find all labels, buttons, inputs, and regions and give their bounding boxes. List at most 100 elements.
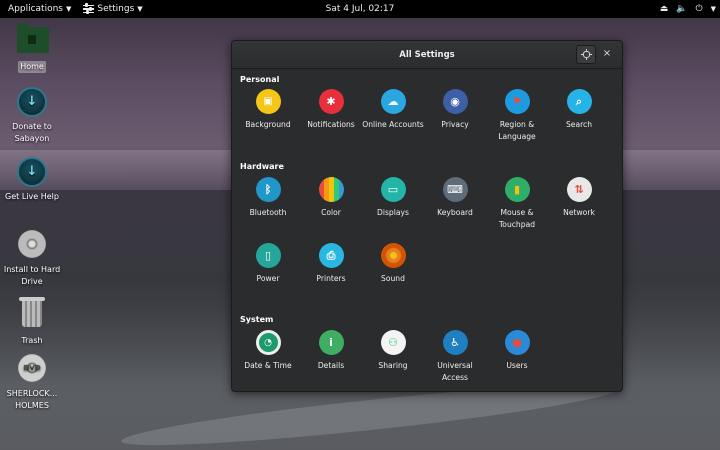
chevron-down-icon: ▼ xyxy=(65,5,72,13)
panel-label: Notifications xyxy=(307,120,355,129)
section-title-personal: Personal xyxy=(240,75,280,84)
desktop-icon-home[interactable]: Home xyxy=(0,23,64,73)
settings-window: All Settings × Personal ▣ Background ✱ N… xyxy=(231,40,623,392)
display-icon: ▭ xyxy=(380,177,406,202)
panel-sound[interactable]: Sound xyxy=(362,243,424,285)
panel-label: Search xyxy=(565,120,593,129)
panel-label: Details xyxy=(317,361,345,370)
disc-icon xyxy=(18,230,46,258)
settings-sliders-icon xyxy=(83,3,95,14)
notifications-icon: ✱ xyxy=(318,89,344,114)
desktop-icon-label: SHERLOCK... HOLMES xyxy=(6,389,58,410)
panel-sharing[interactable]: ⚇ Sharing xyxy=(362,330,424,372)
desktop-icon-live-help[interactable]: ↓ Get Live Help xyxy=(0,157,64,203)
applications-menu[interactable]: Applications ▼ xyxy=(2,0,77,18)
volume-icon[interactable]: 🔈 xyxy=(676,4,687,14)
mouse-icon: ▮ xyxy=(504,177,530,202)
panel-date-time[interactable]: ◔ Date & Time xyxy=(237,330,299,372)
window-title: All Settings xyxy=(399,49,455,60)
speaker-icon xyxy=(380,243,406,268)
panel-label: Online Accounts xyxy=(362,120,424,129)
panel-displays[interactable]: ▭ Displays xyxy=(362,177,424,219)
privacy-eye-icon: ◉ xyxy=(442,89,468,114)
chevron-down-icon[interactable]: ▼ xyxy=(711,5,716,13)
section-title-system: System xyxy=(240,315,274,324)
search-locate-button[interactable] xyxy=(576,45,596,64)
eject-icon[interactable]: ⏏ xyxy=(660,4,669,14)
window-header[interactable]: All Settings × xyxy=(232,41,622,69)
panel-color[interactable]: Color xyxy=(300,177,362,219)
trash-icon xyxy=(19,297,45,327)
info-icon: ⅰ xyxy=(318,330,344,355)
desktop-icon-label: Get Live Help xyxy=(5,192,59,201)
section-title-hardware: Hardware xyxy=(240,162,284,171)
panel-label: Sharing xyxy=(378,361,408,370)
sabayon-icon: ↓ xyxy=(17,157,47,187)
panel-mouse-touchpad[interactable]: ▮ Mouse & Touchpad xyxy=(486,177,548,231)
panel-power[interactable]: ▯ Power xyxy=(237,243,299,285)
sabayon-icon: ↓ xyxy=(17,87,47,117)
desktop-icon-dvd[interactable]: DVD SHERLOCK... HOLMES xyxy=(0,354,64,412)
panel-label: Keyboard xyxy=(437,208,473,217)
panel-search[interactable]: ⌕ Search xyxy=(548,89,610,131)
panel-region-language[interactable]: ⚑ Region & Language xyxy=(486,89,548,143)
desktop-icon-trash[interactable]: Trash xyxy=(0,297,64,347)
panel-bluetooth[interactable]: ᛒ Bluetooth xyxy=(237,177,299,219)
panel-online-accounts[interactable]: ☁ Online Accounts xyxy=(362,89,424,131)
desktop-icon-label: Home xyxy=(18,61,46,73)
desktop-icon-label: Install to Hard Drive xyxy=(3,265,61,286)
desktop-icon-install[interactable]: Install to Hard Drive xyxy=(0,230,64,288)
settings-app-menu[interactable]: Settings ▼ xyxy=(77,0,148,18)
share-icon: ⚇ xyxy=(380,330,406,355)
keyboard-icon: ⌨ xyxy=(442,177,468,202)
panel-label: Date & Time xyxy=(244,361,292,370)
panel-label: Network xyxy=(563,208,595,217)
panel-label: Bluetooth xyxy=(249,208,287,217)
panel-notifications[interactable]: ✱ Notifications xyxy=(300,89,362,131)
panel-label: Background xyxy=(245,120,291,129)
dvd-icon: DVD xyxy=(18,354,46,382)
panel-users[interactable]: ● Users xyxy=(486,330,548,372)
panel-label: Printers xyxy=(316,274,346,283)
cloud-icon: ☁ xyxy=(380,89,406,114)
close-button[interactable]: × xyxy=(600,47,614,61)
desktop-icon-label: Trash xyxy=(21,336,43,345)
panel-label: Region & Language xyxy=(498,120,536,141)
background-icon: ▣ xyxy=(255,89,281,114)
system-tray[interactable]: ⏏ 🔈 ⏻ ▼ xyxy=(660,0,716,18)
folder-icon xyxy=(17,23,49,53)
panel-label: Privacy xyxy=(441,120,469,129)
battery-icon: ▯ xyxy=(255,243,281,268)
panel-printers[interactable]: ⎙ Printers xyxy=(300,243,362,285)
panel-details[interactable]: ⅰ Details xyxy=(300,330,362,372)
color-stripes-icon xyxy=(318,177,344,202)
panel-label: Universal Access xyxy=(437,361,473,382)
panel-label: Users xyxy=(506,361,528,370)
printer-icon: ⎙ xyxy=(318,243,344,268)
bluetooth-icon: ᛒ xyxy=(255,177,281,202)
chevron-down-icon: ▼ xyxy=(137,5,143,13)
search-icon: ⌕ xyxy=(566,89,592,114)
power-icon[interactable]: ⏻ xyxy=(695,4,702,14)
panel-privacy[interactable]: ◉ Privacy xyxy=(424,89,486,131)
panel-network[interactable]: ⇅ Network xyxy=(548,177,610,219)
clock-icon: ◔ xyxy=(255,330,281,355)
desktop-icon-label: Donate to Sabayon xyxy=(12,122,52,143)
flag-icon: ⚑ xyxy=(504,89,530,114)
panel-label: Power xyxy=(256,274,280,283)
crosshair-icon xyxy=(580,49,592,60)
settings-menu-label: Settings xyxy=(97,4,135,14)
accessibility-icon: ♿ xyxy=(442,330,468,355)
panel-label: Color xyxy=(321,208,341,217)
panel-label: Sound xyxy=(381,274,405,283)
panel-keyboard[interactable]: ⌨ Keyboard xyxy=(424,177,486,219)
panel-background[interactable]: ▣ Background xyxy=(237,89,299,131)
clock[interactable]: Sat 4 Jul, 02:17 xyxy=(326,4,395,14)
desktop-icon-donate[interactable]: ↓ Donate to Sabayon xyxy=(0,87,64,145)
panel-label: Mouse & Touchpad xyxy=(498,208,536,229)
applications-label: Applications xyxy=(8,4,63,14)
network-arrows-icon: ⇅ xyxy=(566,177,592,202)
panel-universal-access[interactable]: ♿ Universal Access xyxy=(424,330,486,384)
panel-label: Displays xyxy=(377,208,409,217)
top-bar: Applications ▼ Settings ▼ Sat 4 Jul, 02:… xyxy=(0,0,720,18)
